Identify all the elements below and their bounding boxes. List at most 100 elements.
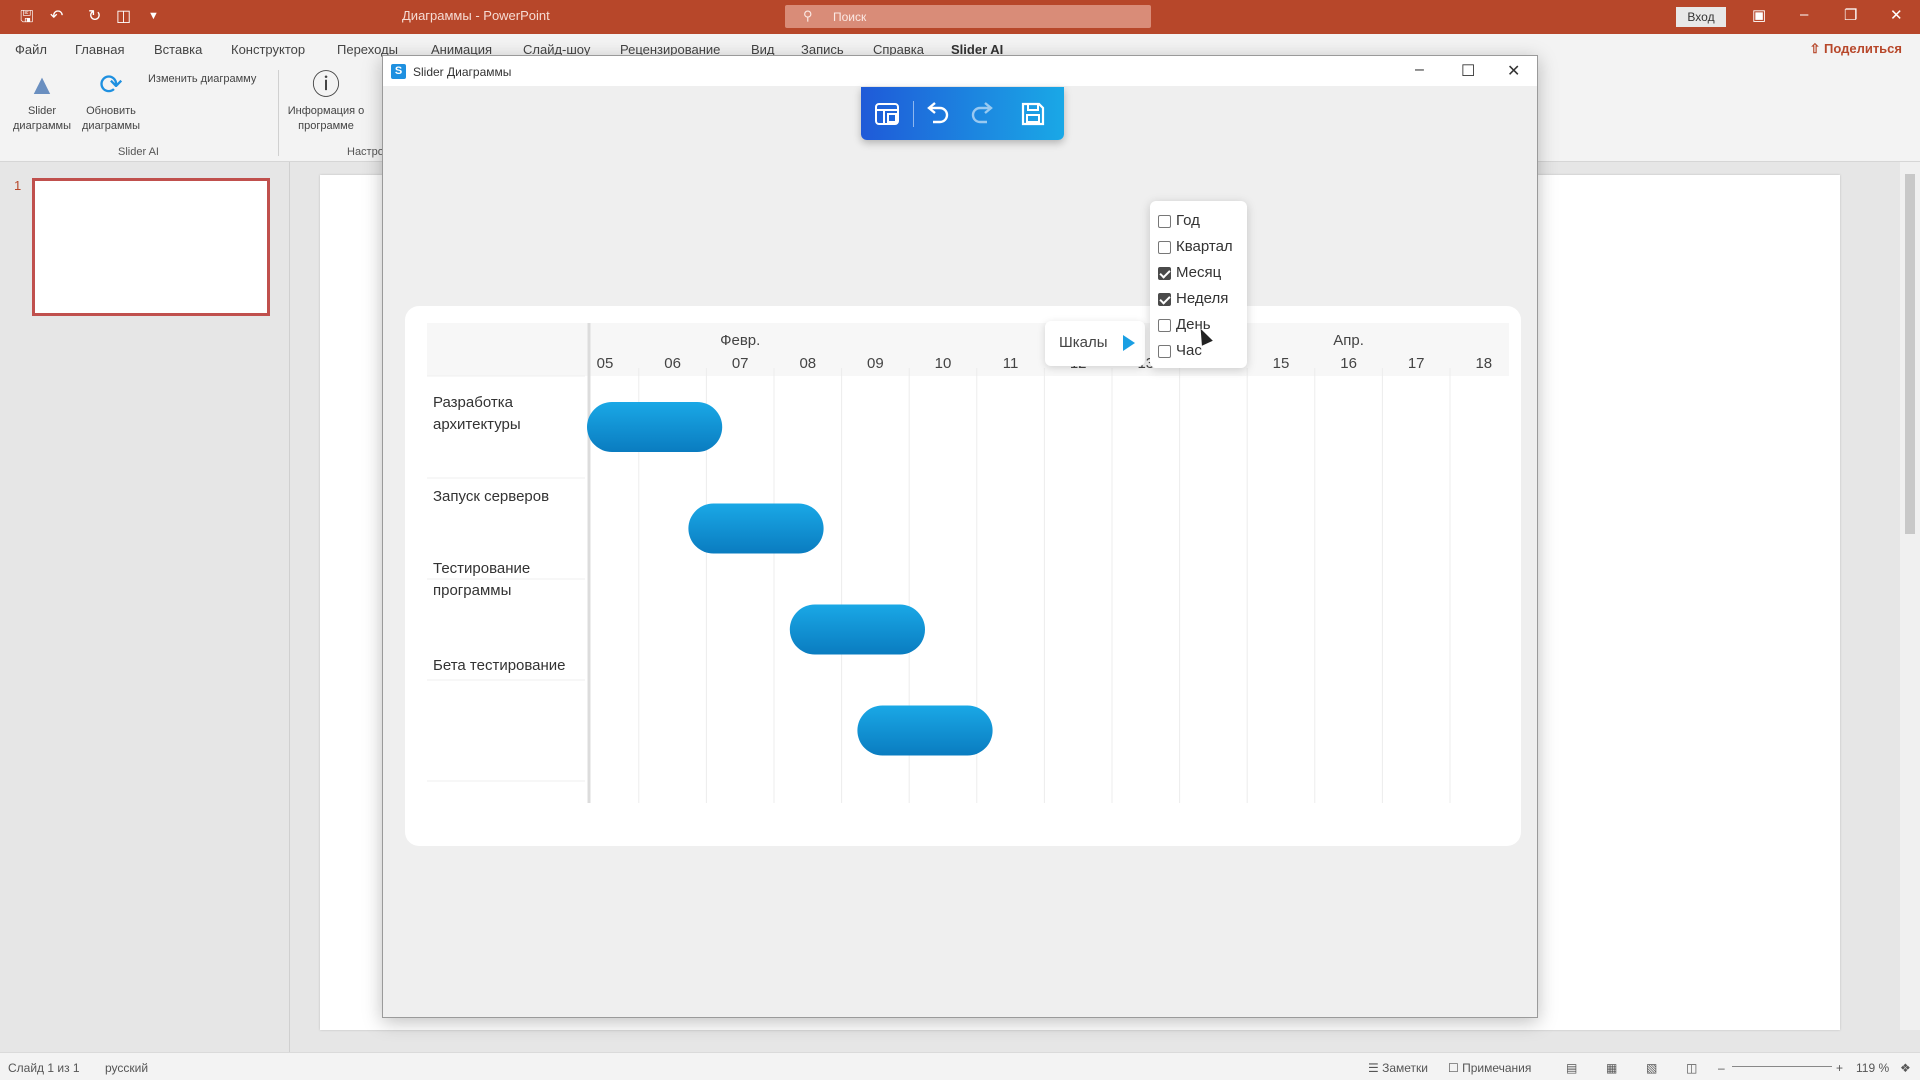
- dialog-close-icon[interactable]: ✕: [1507, 61, 1520, 81]
- option-label: Неделя: [1176, 290, 1229, 307]
- toolbar-separator: [913, 101, 914, 127]
- slideshow-view-icon[interactable]: ◫: [1686, 1061, 1697, 1075]
- fit-slide-icon[interactable]: ❖: [1900, 1061, 1911, 1075]
- checkbox[interactable]: [1158, 267, 1171, 280]
- login-button[interactable]: Вход: [1676, 7, 1726, 27]
- week-label: 16: [1340, 355, 1357, 372]
- customize-icon[interactable]: ▼: [148, 10, 159, 22]
- task-label[interactable]: Бета тестирование: [433, 655, 603, 677]
- zoom-in-icon[interactable]: +: [1836, 1061, 1843, 1075]
- tab-file[interactable]: Файл: [15, 42, 47, 57]
- close-icon[interactable]: ✕: [1890, 6, 1903, 24]
- week-label: 15: [1273, 355, 1290, 372]
- month-label: Февр.: [720, 332, 760, 349]
- editor-toolbar: [861, 87, 1064, 140]
- zoom-slider[interactable]: [1732, 1066, 1832, 1067]
- tab-insert[interactable]: Вставка: [154, 42, 202, 57]
- gantt-card: Февр.Апр.0506070809101112131415161718 Ра…: [405, 306, 1521, 846]
- scales-label: Шкалы: [1059, 334, 1108, 351]
- slideshow-icon[interactable]: ◫: [116, 6, 131, 26]
- week-label: 06: [664, 355, 681, 372]
- scrollbar-thumb[interactable]: [1905, 174, 1915, 534]
- option-label: Квартал: [1176, 238, 1233, 255]
- task-label[interactable]: Разработка архитектуры: [433, 392, 603, 436]
- normal-view-icon[interactable]: ▤: [1566, 1061, 1577, 1075]
- dialog-maximize-icon[interactable]: ☐: [1461, 61, 1475, 81]
- task-label[interactable]: Тестирование программы: [433, 558, 603, 602]
- week-label: 11: [1003, 355, 1019, 372]
- search-input[interactable]: ⚲ Поиск: [785, 5, 1151, 28]
- option-label: Месяц: [1176, 264, 1222, 281]
- notes-button[interactable]: ☰ Заметки: [1368, 1061, 1428, 1075]
- checkbox[interactable]: [1158, 215, 1171, 228]
- option-label: Год: [1176, 212, 1200, 229]
- comments-label: Примечания: [1462, 1061, 1532, 1075]
- slider-logo-icon: S: [391, 64, 406, 79]
- reading-view-icon[interactable]: ▧: [1646, 1061, 1657, 1075]
- slide-thumbnail[interactable]: [32, 178, 270, 316]
- week-label: 17: [1408, 355, 1425, 372]
- slider-icon: ▲: [28, 69, 56, 100]
- checkbox[interactable]: [1158, 241, 1171, 254]
- zoom-level[interactable]: 119 %: [1856, 1061, 1889, 1075]
- task-label[interactable]: Запуск серверов: [433, 486, 603, 508]
- redo-icon[interactable]: ↻: [88, 6, 101, 26]
- save-icon[interactable]: [1019, 100, 1047, 128]
- search-placeholder: Поиск: [833, 10, 867, 24]
- about-label: Информация о программе: [287, 105, 365, 132]
- zoom-out-icon[interactable]: –: [1718, 1061, 1725, 1075]
- ribbon-display-icon[interactable]: ▣: [1752, 6, 1766, 24]
- week-label: 09: [867, 355, 884, 372]
- checkbox[interactable]: [1158, 345, 1171, 358]
- share-button[interactable]: ⇧ Поделиться: [1809, 41, 1902, 57]
- label-header-cell: [427, 323, 589, 376]
- week-label: 07: [732, 355, 749, 372]
- save-icon[interactable]: 🖫: [20, 6, 34, 33]
- undo-icon[interactable]: ↶: [50, 6, 63, 26]
- tab-home[interactable]: Главная: [75, 42, 124, 57]
- restore-icon[interactable]: ❐: [1844, 6, 1857, 24]
- option-label: Час: [1176, 342, 1202, 359]
- slide-number: 1: [14, 178, 22, 193]
- search-icon: ⚲: [803, 8, 813, 23]
- minimize-icon[interactable]: –: [1800, 6, 1808, 23]
- language[interactable]: русский: [105, 1061, 148, 1075]
- window-title: Диаграммы - PowerPoint: [402, 8, 550, 23]
- task-bar[interactable]: [688, 503, 824, 554]
- slide-info: Слайд 1 из 1: [8, 1061, 80, 1075]
- status-bar: Слайд 1 из 1 русский ☰ Заметки ☐ Примеча…: [0, 1052, 1920, 1080]
- ribbon-group-label-settings: Настро: [347, 146, 384, 158]
- slider-diagrams-label: Slider диаграммы: [13, 105, 71, 132]
- title-bar: 🖫 ↶ ↻ ◫ ▼ Диаграммы - PowerPoint ⚲ Поиск…: [0, 0, 1920, 34]
- slider-diagrams-button[interactable]: ▲ Slider диаграммы: [8, 70, 76, 134]
- refresh-icon: ⟳: [99, 69, 123, 100]
- sorter-view-icon[interactable]: ▦: [1606, 1061, 1617, 1075]
- vertical-scrollbar[interactable]: [1900, 162, 1920, 1030]
- tab-design[interactable]: Конструктор: [231, 42, 305, 57]
- week-label: 08: [799, 355, 816, 372]
- slider-dialog: S Slider Диаграммы – ☐ ✕ Февр. Апр. 05 06 07…: [382, 55, 1538, 1018]
- week-label: 05: [597, 355, 614, 372]
- ribbon-separator: [278, 70, 279, 156]
- task-bar[interactable]: [857, 705, 993, 756]
- refresh-diagrams-button[interactable]: ⟳ Обновить диаграммы: [78, 70, 144, 134]
- edit-diagram-button[interactable]: Изменить диаграмму: [148, 72, 270, 87]
- undo-icon[interactable]: [923, 100, 951, 128]
- info-icon: ⓘ: [311, 69, 340, 100]
- ribbon-group-label: Slider AI: [118, 146, 159, 158]
- redo-icon[interactable]: [969, 100, 997, 128]
- week-label: 18: [1475, 355, 1492, 372]
- checkbox[interactable]: [1158, 319, 1171, 332]
- template-icon[interactable]: [873, 100, 901, 128]
- about-button[interactable]: ⓘ Информация о программе: [286, 70, 366, 134]
- scales-menu: Год Квартал Месяц Неделя День Час: [1150, 201, 1247, 368]
- dialog-title: Slider Диаграммы: [413, 65, 512, 79]
- dialog-title-bar: S Slider Диаграммы – ☐ ✕: [383, 56, 1537, 86]
- dialog-minimize-icon[interactable]: –: [1415, 61, 1424, 79]
- task-bar[interactable]: [587, 402, 723, 452]
- checkbox[interactable]: [1158, 293, 1171, 306]
- comments-button[interactable]: ☐ Примечания: [1448, 1061, 1531, 1075]
- task-bar[interactable]: [789, 604, 925, 655]
- month-label: Апр.: [1333, 332, 1364, 349]
- scales-button[interactable]: Шкалы: [1045, 321, 1145, 366]
